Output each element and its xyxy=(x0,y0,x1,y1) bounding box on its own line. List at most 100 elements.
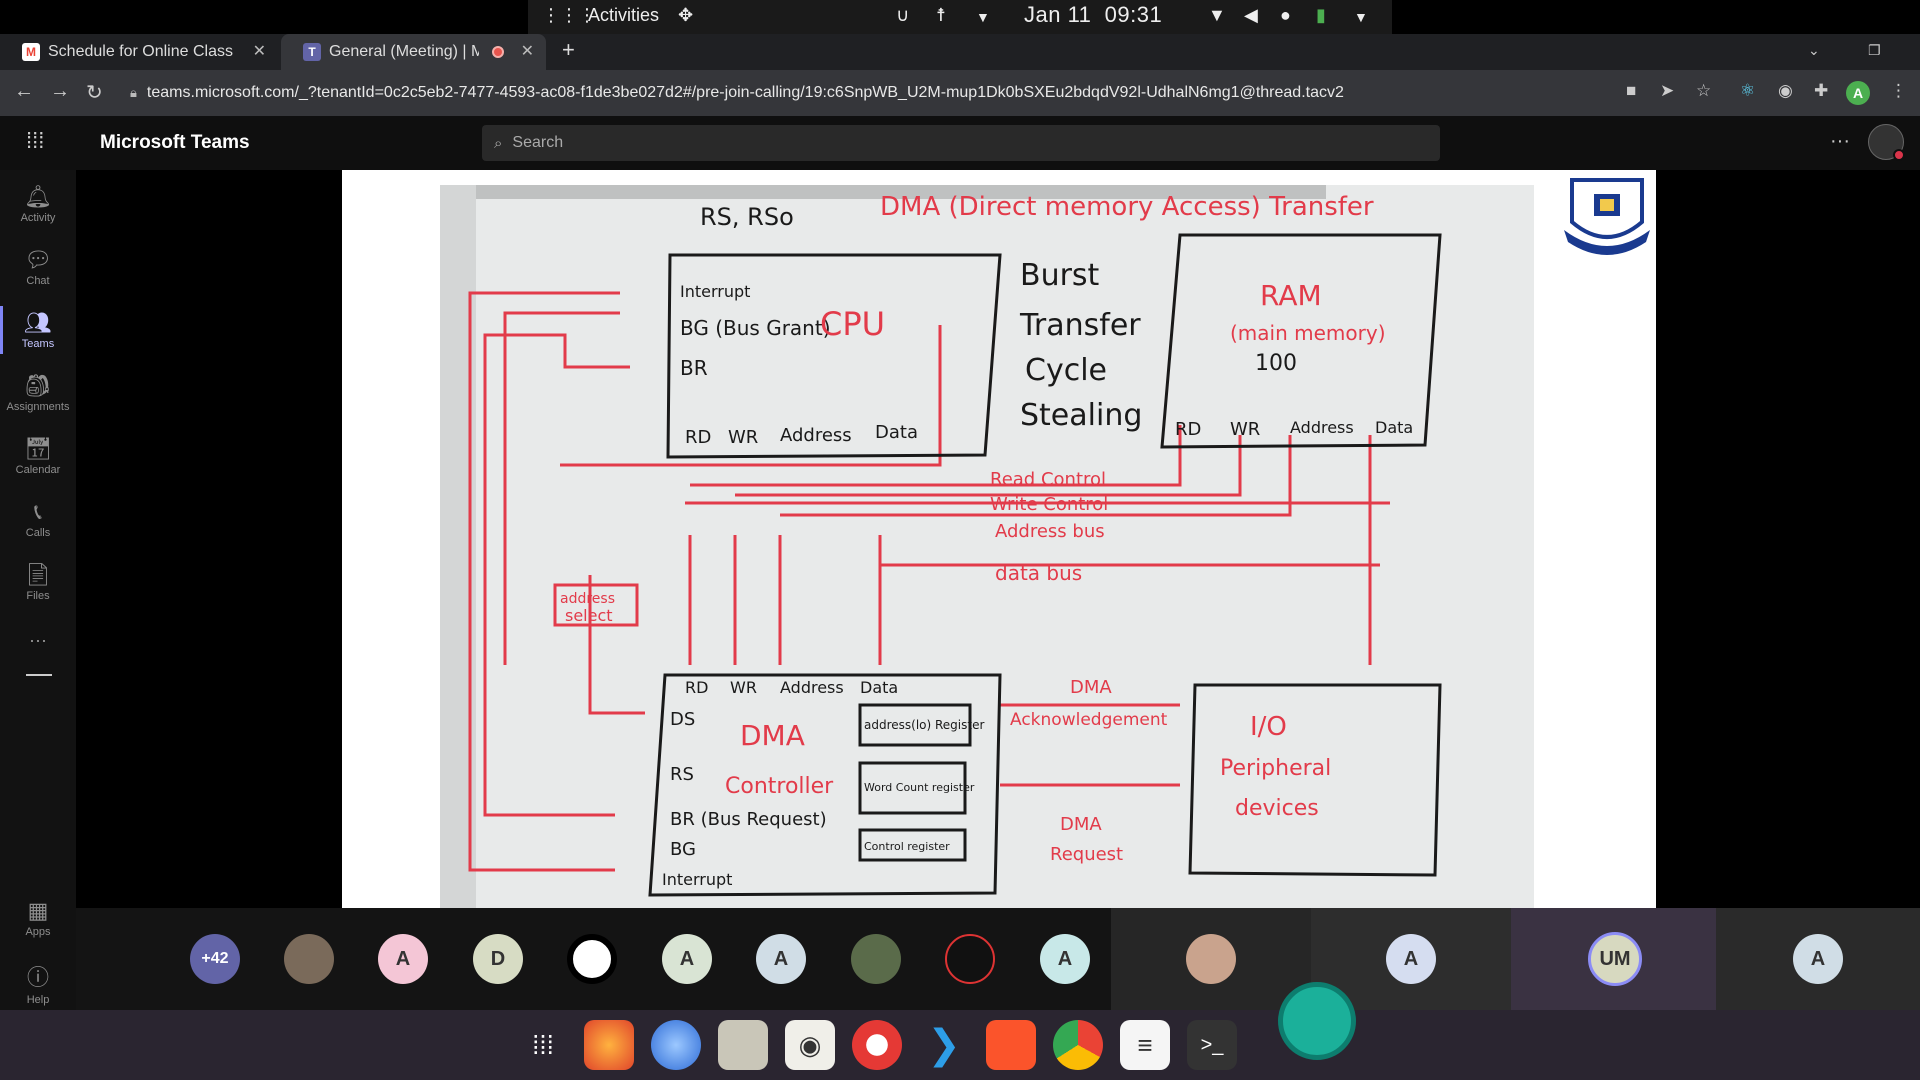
gamepad-icon[interactable]: ✥ xyxy=(678,5,693,26)
tab-schedule[interactable]: M Schedule for Online Class ✕ xyxy=(0,34,278,70)
react-devtools-icon[interactable]: ⚛ xyxy=(1740,81,1755,101)
rail-item-calls[interactable]: 📞︎ Calls xyxy=(0,499,76,539)
wb-dma-rd: RD xyxy=(685,678,708,697)
avatar[interactable] xyxy=(851,934,901,984)
browser-toolbar: ← → ↻ 🔒︎ teams.microsoft.com/_?tenantId=… xyxy=(0,70,1920,116)
browser-tab-strip: M Schedule for Online Class ✕ T General … xyxy=(0,34,1920,70)
avatar[interactable]: D xyxy=(473,934,523,984)
lock-icon[interactable]: 🔒︎ xyxy=(130,77,137,109)
gmail-icon: M xyxy=(22,43,40,61)
wifi-icon[interactable]: ▼ xyxy=(1208,5,1226,26)
text-editor-icon[interactable]: ≡ xyxy=(1120,1020,1170,1070)
battery-icon[interactable]: ▮ xyxy=(1316,5,1326,26)
avatar[interactable]: A xyxy=(1793,934,1843,984)
wb-cpu-pin-interrupt: Interrupt xyxy=(680,282,750,301)
volume-icon[interactable]: ◀ xyxy=(1244,5,1258,26)
url-text: teams.microsoft.com/_?tenantId=0c2c5eb2-… xyxy=(146,84,1344,101)
tab-search-icon[interactable]: ⌄ xyxy=(1808,42,1820,59)
window-restore-icon[interactable]: ❐ xyxy=(1868,42,1881,59)
chevron-down-icon[interactable]: ▼ xyxy=(976,9,990,25)
rail-item-help[interactable]: ⓘ Help xyxy=(0,960,76,1006)
rail-item-chat[interactable]: 💬︎ Chat xyxy=(0,247,76,287)
avatar[interactable]: UM xyxy=(1588,932,1642,986)
tab-title: General (Meeting) | Mi xyxy=(329,43,479,60)
extension-icon[interactable]: ◉ xyxy=(1778,81,1793,101)
rhythmbox-icon[interactable]: ◉ xyxy=(785,1020,835,1070)
file-icon: 📄︎ xyxy=(24,562,52,587)
reload-icon[interactable]: ↻ xyxy=(86,80,103,105)
avatar[interactable] xyxy=(945,934,995,984)
help-icon: ⓘ xyxy=(26,965,49,990)
wb-dma-reg-address: address(lo) Register xyxy=(864,718,984,732)
system-menu-chevron-icon[interactable]: ▼ xyxy=(1354,9,1368,25)
brave-icon[interactable] xyxy=(986,1020,1036,1070)
rail-item-teams[interactable]: 👥︎ Teams xyxy=(0,306,76,354)
forward-icon[interactable]: → xyxy=(50,80,70,103)
microphone-icon[interactable]: ● xyxy=(1280,5,1291,26)
rail-item-label: Files xyxy=(26,590,50,602)
avatar[interactable]: A xyxy=(378,934,428,984)
camera-icon[interactable]: ■ xyxy=(1626,81,1636,101)
rail-item-label: Teams xyxy=(21,338,55,350)
divider xyxy=(26,674,52,676)
more-apps-icon[interactable]: ··· xyxy=(0,630,76,651)
thunderbird-icon[interactable] xyxy=(651,1020,701,1070)
rail-item-files[interactable]: 📄︎ Files xyxy=(0,562,76,602)
avatar[interactable]: A xyxy=(1040,934,1090,984)
search-input[interactable]: ⌕ Search xyxy=(482,125,1440,161)
camera-shutter-icon[interactable] xyxy=(1278,982,1356,1060)
magnet-icon[interactable]: ∪ xyxy=(896,5,909,26)
avatar[interactable] xyxy=(1186,934,1236,984)
rail-item-assignments[interactable]: 🎒︎ Assignments xyxy=(0,373,76,413)
files-icon[interactable] xyxy=(718,1020,768,1070)
help-lifebuoy-icon[interactable] xyxy=(852,1020,902,1070)
wb-cpu-rd: RD xyxy=(685,427,711,448)
avatar[interactable]: A xyxy=(662,934,712,984)
close-icon[interactable]: ✕ xyxy=(253,41,266,61)
close-icon[interactable]: ✕ xyxy=(521,41,534,61)
clock[interactable]: Jan 11 09:31 xyxy=(1024,2,1162,28)
teams-icon: T xyxy=(303,43,321,61)
avatar[interactable]: A xyxy=(756,934,806,984)
new-tab-button[interactable]: + xyxy=(562,37,575,63)
wb-io-2: devices xyxy=(1235,796,1319,821)
more-options-icon[interactable]: ··· xyxy=(1830,130,1850,153)
rail-item-activity[interactable]: 🔔︎ Activity xyxy=(0,184,76,224)
back-icon[interactable]: ← xyxy=(14,80,34,103)
avatar[interactable] xyxy=(284,934,334,984)
whiteboard-image: DMA (Direct memory Access) Transfer RS, … xyxy=(440,185,1534,908)
user-avatar[interactable] xyxy=(1868,124,1905,161)
rail-item-apps[interactable]: ▦ Apps xyxy=(0,898,76,938)
wb-ram-address: Address xyxy=(1290,418,1354,437)
app-launcher-icon[interactable]: ⁞⁞⁞ xyxy=(26,128,44,154)
activities-button[interactable]: Activities xyxy=(588,5,659,26)
wb-bus-read: Read Control xyxy=(990,469,1106,490)
address-bar[interactable]: 🔒︎ teams.microsoft.com/_?tenantId=0c2c5e… xyxy=(130,77,1590,109)
kebab-menu-icon[interactable]: ⋮ xyxy=(1890,81,1907,101)
accessibility-icon[interactable]: ☨ xyxy=(936,5,946,26)
search-placeholder: Search xyxy=(512,134,564,151)
puzzle-icon[interactable]: ✚ xyxy=(1814,81,1828,101)
profile-avatar[interactable]: A xyxy=(1846,81,1870,105)
system-top-bar-center: ⋮⋮⋮ Activities ✥ ∪ ☨ ▼ Jan 11 09:31 ▼ ◀ … xyxy=(528,0,1392,34)
rail-item-label: Activity xyxy=(20,212,56,224)
chrome-icon[interactable] xyxy=(1053,1020,1103,1070)
bookmark-star-icon[interactable]: ☆ xyxy=(1696,81,1711,101)
firefox-icon[interactable] xyxy=(584,1020,634,1070)
terminal-icon[interactable]: >_ xyxy=(1187,1020,1237,1070)
tab-title: Schedule for Online Class xyxy=(48,43,233,60)
vscode-icon[interactable]: ❯ xyxy=(919,1020,969,1070)
tab-meeting[interactable]: T General (Meeting) | Mi ✕ xyxy=(281,34,546,70)
app-grid-icon[interactable]: ⁞⁞⁞ xyxy=(518,1020,568,1070)
send-icon[interactable]: ➤ xyxy=(1660,81,1674,101)
wb-ack-1: Acknowledgement xyxy=(1010,710,1168,730)
dock: ⁞⁞⁞ ◉ ❯ ≡ >_ xyxy=(0,1010,1920,1080)
rail-item-calendar[interactable]: 📅︎ Calendar xyxy=(0,436,76,476)
avatar[interactable] xyxy=(567,934,617,984)
wb-ram-data: Data xyxy=(1375,418,1413,437)
overflow-participants-button[interactable]: +42 xyxy=(190,934,240,984)
wb-dma-pin-interrupt: Interrupt xyxy=(662,870,732,889)
wb-dma-title: DMA xyxy=(740,719,805,752)
avatar[interactable]: A xyxy=(1386,934,1436,984)
clock-date: Jan 11 xyxy=(1024,2,1092,27)
